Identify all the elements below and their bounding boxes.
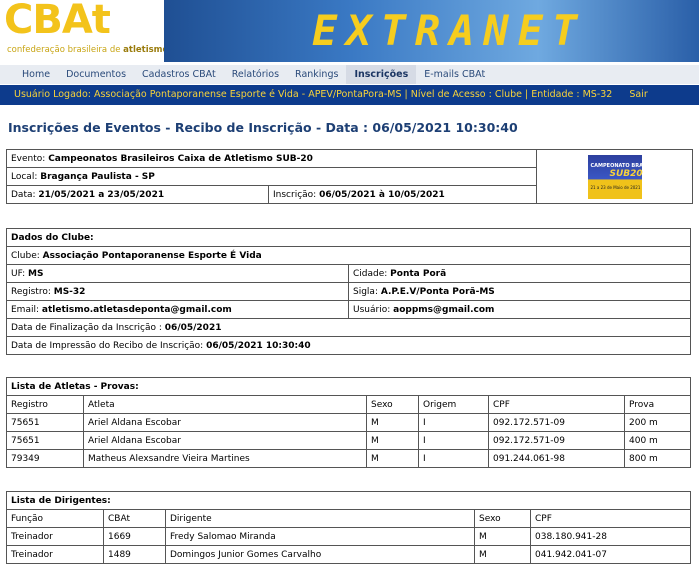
city-cell: Cidade: Ponta Porã — [348, 264, 691, 283]
cell-dirigente: Domingos Junior Gomes Carvalho — [165, 545, 475, 564]
cell-cpf: 041.942.041-07 — [530, 545, 691, 564]
nav-item-cadastros-cbat[interactable]: Cadastros CBAt — [134, 65, 224, 84]
table-row: 75651 Ariel Aldana Escobar M I 092.172.5… — [6, 413, 691, 432]
athletes-section-title: Lista de Atletas - Provas: — [6, 377, 691, 396]
nav-item-e-mails-cbat[interactable]: E-mails CBAt — [416, 65, 494, 84]
cell-registro: 75651 — [6, 413, 84, 432]
banner-text: EXTRANET — [312, 6, 587, 55]
table-row: 75651 Ariel Aldana Escobar M I 092.172.5… — [6, 431, 691, 450]
cell-origem: I — [418, 413, 489, 432]
directors-header-row: Função CBAt Dirigente Sexo CPF — [6, 509, 691, 528]
cbat-logo[interactable]: CBAt confederação brasileira de atletism… — [0, 0, 168, 62]
cell-prova: 800 m — [624, 449, 691, 468]
cell-sexo: M — [366, 431, 419, 450]
cell-sexo: M — [366, 413, 419, 432]
logout-link[interactable]: Sair — [629, 89, 647, 100]
user-cell: Usuário: aoppms@gmail.com — [348, 300, 691, 319]
table-row: Treinador 1489 Domingos Junior Gomes Car… — [6, 545, 691, 564]
club-table: Dados do Clube: Clube: Associação Pontap… — [6, 228, 691, 355]
col-prova: Prova — [624, 395, 691, 414]
logo-subtitle: confederação brasileira de atletismo — [7, 45, 169, 55]
inscription-period-cell: Inscrição: 06/05/2021 à 10/05/2021 — [268, 185, 537, 204]
header: CBAt confederação brasileira de atletism… — [0, 0, 699, 62]
club-section-title: Dados do Clube: — [6, 228, 691, 247]
registration-cell: Registro: MS-32 — [6, 282, 349, 301]
cell-cpf: 092.172.571-09 — [488, 431, 625, 450]
cell-atleta: Ariel Aldana Escobar — [83, 431, 367, 450]
extranet-banner: EXTRANET — [164, 0, 699, 62]
col-atleta: Atleta — [83, 395, 367, 414]
col-funcao: Função — [6, 509, 104, 528]
cell-prova: 400 m — [624, 431, 691, 450]
user-info: Usuário Logado: Associação Pontaporanens… — [14, 89, 613, 100]
user-bar: Usuário Logado: Associação Pontaporanens… — [0, 85, 699, 105]
cell-sexo: M — [474, 545, 531, 564]
event-poster-image: CAMPEONATO BRASILEIRO SUB20 21 a 23 de M… — [587, 154, 665, 199]
cell-cbat: 1489 — [103, 545, 166, 564]
local-cell: Local: Bragança Paulista - SP — [6, 167, 537, 186]
cell-dirigente: Fredy Salomao Miranda — [165, 527, 475, 546]
cell-cbat: 1669 — [103, 527, 166, 546]
nav-item-inscri-es[interactable]: Inscrições — [346, 65, 417, 84]
table-row: 79349 Matheus Alexsandre Vieira Martines… — [6, 449, 691, 468]
event-table: Evento: Campeonatos Brasileiros Caixa de… — [6, 149, 693, 204]
finalization-date-cell: Data de Finalização da Inscrição : 06/05… — [6, 318, 691, 337]
col-dirigente: Dirigente — [165, 509, 475, 528]
acronym-cell: Sigla: A.P.E.V/Ponta Porã-MS — [348, 282, 691, 301]
cell-origem: I — [418, 449, 489, 468]
athletes-table: Lista de Atletas - Provas: Registro Atle… — [6, 377, 691, 468]
cell-sexo: M — [366, 449, 419, 468]
event-cell: Evento: Campeonatos Brasileiros Caixa de… — [6, 149, 537, 168]
col-sexo: Sexo — [366, 395, 419, 414]
cell-cpf: 091.244.061-98 — [488, 449, 625, 468]
club-name-cell: Clube: Associação Pontaporanense Esporte… — [6, 246, 691, 265]
logo-text: CBAt — [4, 0, 111, 43]
cell-atleta: Ariel Aldana Escobar — [83, 413, 367, 432]
col-cpf: CPF — [488, 395, 625, 414]
directors-section-title: Lista de Dirigentes: — [6, 491, 691, 510]
cell-registro: 79349 — [6, 449, 84, 468]
cell-registro: 75651 — [6, 431, 84, 450]
cell-cpf: 038.180.941-28 — [530, 527, 691, 546]
nav-item-documentos[interactable]: Documentos — [58, 65, 135, 84]
cell-origem: I — [418, 431, 489, 450]
date-cell: Data: 21/05/2021 a 23/05/2021 — [6, 185, 269, 204]
table-row: Treinador 1669 Fredy Salomao Miranda M 0… — [6, 527, 691, 546]
col-origem: Origem — [418, 395, 489, 414]
nav-item-rankings[interactable]: Rankings — [287, 65, 347, 84]
nav-item-home[interactable]: Home — [14, 65, 59, 84]
page-title: Inscrições de Eventos - Recibo de Inscri… — [8, 120, 518, 135]
email-cell: Email: atletismo.atletasdeponta@gmail.co… — [6, 300, 349, 319]
main-nav: Home Documentos Cadastros CBAt Relatórios Ra… — [0, 62, 699, 84]
uf-cell: UF: MS — [6, 264, 349, 283]
event-thumbnail-cell: CAMPEONATO BRASILEIRO SUB20 21 a 23 de M… — [536, 149, 693, 204]
col-cpf: CPF — [530, 509, 691, 528]
print-date-cell: Data de Impressão do Recibo de Inscrição… — [6, 336, 691, 355]
cell-funcao: Treinador — [6, 545, 104, 564]
cell-atleta: Matheus Alexsandre Vieira Martines — [83, 449, 367, 468]
athletes-header-row: Registro Atleta Sexo Origem CPF Prova — [6, 395, 691, 414]
col-registro: Registro — [6, 395, 84, 414]
cell-cpf: 092.172.571-09 — [488, 413, 625, 432]
col-sexo: Sexo — [474, 509, 531, 528]
cell-prova: 200 m — [624, 413, 691, 432]
directors-table: Lista de Dirigentes: Função CBAt Dirigen… — [6, 491, 691, 564]
nav-items: Home Documentos Cadastros CBAt Relatórios Ra… — [0, 65, 494, 84]
nav-item-relat-rios[interactable]: Relatórios — [223, 65, 288, 84]
col-cbat: CBAt — [103, 509, 166, 528]
cell-funcao: Treinador — [6, 527, 104, 546]
cell-sexo: M — [474, 527, 531, 546]
